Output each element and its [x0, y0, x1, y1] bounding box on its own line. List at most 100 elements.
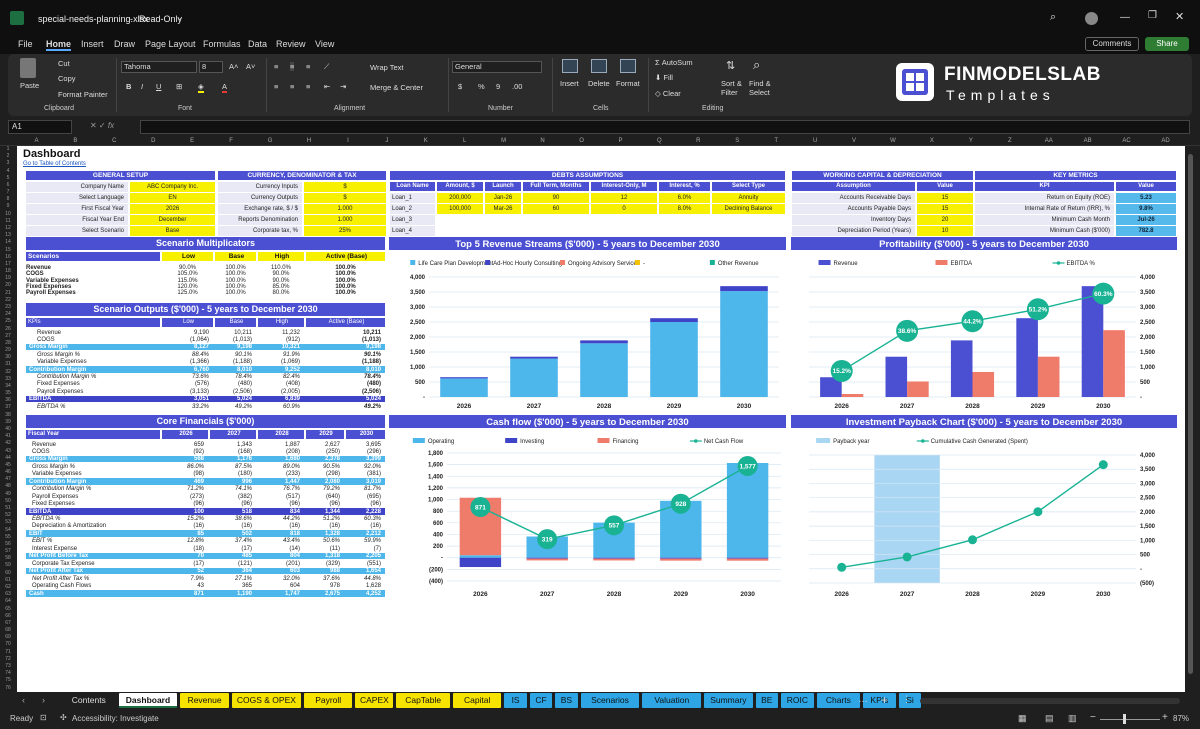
debt-value[interactable]: Declining Balance: [712, 204, 785, 214]
debt-value[interactable]: 60: [523, 204, 589, 214]
delete-cells-button[interactable]: Delete: [588, 79, 610, 88]
insert-cells-button[interactable]: Insert: [560, 79, 579, 88]
fill-color-icon[interactable]: ◈: [198, 82, 204, 93]
currency-icon[interactable]: $: [458, 82, 462, 91]
chevron-down-icon[interactable]: ⌄: [176, 13, 183, 22]
find-select-icon[interactable]: ⌕: [753, 57, 760, 73]
currency-value[interactable]: $: [304, 193, 386, 203]
debt-value[interactable]: 6.0%: [659, 193, 710, 203]
debt-value[interactable]: 12: [591, 193, 657, 203]
sort-filter-button[interactable]: Sort & Filter: [721, 79, 742, 97]
insert-cells-icon[interactable]: [562, 59, 578, 73]
close-icon[interactable]: ✕: [1175, 10, 1184, 23]
add-sheet-icon[interactable]: +: [881, 693, 888, 707]
zoom-slider[interactable]: [1100, 719, 1160, 720]
copy-button[interactable]: Copy: [58, 74, 76, 83]
decimal-icon[interactable]: .00: [512, 82, 522, 91]
comma-icon[interactable]: 9: [496, 82, 500, 91]
tab-scroll-right-icon[interactable]: ›: [42, 695, 45, 705]
paste-button[interactable]: Paste: [20, 81, 39, 90]
formula-input[interactable]: [140, 120, 1190, 134]
font-name-select[interactable]: Tahoma: [121, 61, 197, 73]
zoom-out-icon[interactable]: −: [1090, 712, 1096, 723]
menu-file[interactable]: File: [18, 39, 33, 49]
shrink-font-icon[interactable]: A˅: [246, 62, 255, 71]
accessibility-status[interactable]: Accessibility: Investigate: [72, 714, 159, 723]
debt-value[interactable]: 0: [591, 204, 657, 214]
horizontal-scrollbar[interactable]: [920, 698, 1180, 704]
align-bottom-icon[interactable]: ≡: [306, 62, 310, 71]
paste-icon[interactable]: [20, 58, 36, 78]
align-left-icon[interactable]: ≡: [274, 82, 278, 91]
tab-more-icon[interactable]: …: [858, 694, 868, 705]
debt-value[interactable]: 90: [523, 193, 589, 203]
menu-view[interactable]: View: [315, 39, 334, 49]
sheet-tab[interactable]: CAPEX: [355, 693, 394, 708]
grow-font-icon[interactable]: A˄: [229, 62, 238, 71]
font-color-icon[interactable]: A: [222, 82, 228, 93]
indent-icon[interactable]: ⇤: [324, 82, 330, 91]
fill-button[interactable]: ⬇ Fill: [655, 73, 673, 82]
sheet-tab[interactable]: IS: [504, 693, 527, 708]
sheet-grid[interactable]: Dashboard Go to Table of Contents GENERA…: [17, 146, 1185, 692]
debt-value[interactable]: 8.0%: [659, 204, 710, 214]
cut-button[interactable]: Cut: [58, 59, 70, 68]
currency-value[interactable]: 1.000: [304, 215, 386, 225]
debt-value[interactable]: Jan-26: [485, 193, 521, 203]
clear-button[interactable]: ◇ Clear: [655, 89, 681, 98]
percent-icon[interactable]: %: [478, 82, 485, 91]
normal-view-icon[interactable]: ▦: [1018, 713, 1027, 724]
sheet-tab[interactable]: Dashboard: [118, 693, 178, 708]
page-break-view-icon[interactable]: ▥: [1068, 713, 1077, 724]
borders-icon[interactable]: ⊞: [176, 82, 182, 91]
debt-value[interactable]: 200,000: [437, 193, 483, 203]
align-top-icon[interactable]: ≡: [274, 62, 278, 71]
merge-center-button[interactable]: Merge & Center: [370, 83, 423, 92]
name-box[interactable]: A1: [8, 120, 72, 134]
restore-icon[interactable]: ❐: [1148, 10, 1157, 21]
format-cells-button[interactable]: Format: [616, 79, 640, 88]
align-right-icon[interactable]: ≡: [306, 82, 310, 91]
number-format-select[interactable]: General: [452, 61, 542, 73]
general-value[interactable]: ABC Company Inc.: [130, 182, 215, 192]
sheet-tab[interactable]: Capital: [453, 693, 502, 708]
general-value[interactable]: EN: [130, 193, 215, 203]
autosum-button[interactable]: Σ AutoSum: [655, 58, 693, 67]
sheet-tab[interactable]: BS: [555, 693, 578, 708]
menu-insert[interactable]: Insert: [81, 39, 104, 49]
general-value[interactable]: December: [130, 215, 215, 225]
menu-home[interactable]: Home: [46, 39, 72, 51]
currency-value[interactable]: 25%: [304, 226, 386, 236]
align-center-icon[interactable]: ≡: [290, 82, 294, 91]
wc-value[interactable]: 10: [917, 226, 973, 236]
sheet-tab[interactable]: Contents: [62, 693, 116, 708]
page-layout-view-icon[interactable]: ▤: [1045, 713, 1054, 724]
general-value[interactable]: 2026: [130, 204, 215, 214]
format-cells-icon[interactable]: [620, 59, 636, 73]
minimize-icon[interactable]: —: [1120, 12, 1130, 23]
menu-formulas[interactable]: Formulas: [203, 39, 241, 49]
sheet-tab[interactable]: CapTable: [396, 693, 450, 708]
zoom-in-icon[interactable]: +: [1162, 712, 1168, 723]
font-size-select[interactable]: 8: [199, 61, 223, 73]
sheet-tab[interactable]: CF: [529, 693, 553, 708]
currency-value[interactable]: $: [304, 182, 386, 192]
share-button[interactable]: Share: [1145, 37, 1189, 51]
sheet-tab[interactable]: BE: [755, 693, 778, 708]
toc-link[interactable]: Go to Table of Contents: [23, 161, 86, 167]
format-painter-button[interactable]: Format Painter: [58, 90, 108, 99]
menu-draw[interactable]: Draw: [114, 39, 135, 49]
tab-menu-icon[interactable]: ⋮: [902, 694, 911, 705]
sheet-tab[interactable]: Scenarios: [580, 693, 640, 708]
find-select-button[interactable]: Find & Select: [749, 79, 771, 97]
wc-value[interactable]: 15: [917, 204, 973, 214]
general-value[interactable]: Base: [130, 226, 215, 236]
zoom-slider-thumb[interactable]: [1123, 714, 1126, 724]
zoom-level[interactable]: 87%: [1173, 714, 1189, 723]
accessibility-icon[interactable]: ✣: [60, 713, 67, 722]
menu-review[interactable]: Review: [276, 39, 306, 49]
macro-icon[interactable]: ⊡: [40, 713, 47, 722]
sheet-tab[interactable]: Charts: [816, 693, 860, 708]
vertical-scrollbar[interactable]: [1186, 146, 1196, 692]
menu-data[interactable]: Data: [248, 39, 267, 49]
